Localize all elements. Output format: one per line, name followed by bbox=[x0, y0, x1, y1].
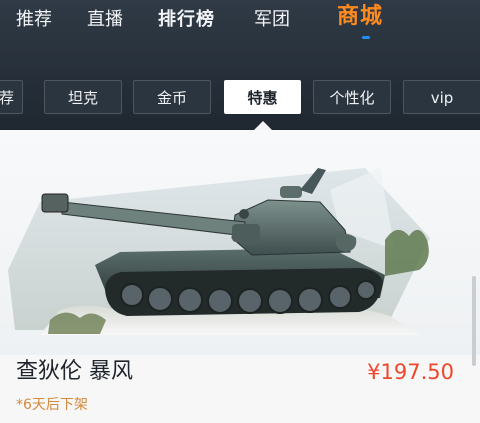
nav-item-clan[interactable]: 军团 bbox=[254, 6, 290, 34]
tab-special-offers[interactable]: 特惠 bbox=[224, 80, 301, 114]
tank-image bbox=[8, 168, 430, 335]
tab-customization[interactable]: 个性化 bbox=[313, 80, 391, 114]
nav-item-leaderboard[interactable]: 排行榜 bbox=[158, 6, 215, 34]
product-name: 查狄伦 暴风 bbox=[16, 359, 133, 384]
tank-banner[interactable] bbox=[0, 130, 480, 355]
scrollbar[interactable] bbox=[472, 276, 476, 366]
product-price[interactable]: ¥197.50 bbox=[367, 356, 454, 388]
tab-vip[interactable]: vip bbox=[403, 80, 480, 114]
nav-item-recommend[interactable]: 推荐 bbox=[16, 6, 52, 34]
nav-item-shop[interactable]: 商城 bbox=[337, 3, 383, 31]
tab-gold[interactable]: 金币 bbox=[133, 80, 211, 114]
delisting-note: *6天后下架 bbox=[16, 397, 88, 413]
tab-recommend[interactable]: 荐 bbox=[0, 80, 23, 114]
selected-tab-caret bbox=[254, 121, 272, 130]
category-tabs: 荐 坦克 金币 特惠 个性化 vip bbox=[0, 80, 480, 116]
tab-tanks[interactable]: 坦克 bbox=[44, 80, 122, 114]
nav-item-live[interactable]: 直播 bbox=[87, 6, 123, 34]
main-nav: 推荐 直播 排行榜 军团 商城 bbox=[0, 0, 480, 48]
top-header: 推荐 直播 排行榜 军团 商城 荐 坦克 金币 特惠 个性化 vip bbox=[0, 0, 480, 130]
active-tab-indicator bbox=[362, 36, 370, 39]
